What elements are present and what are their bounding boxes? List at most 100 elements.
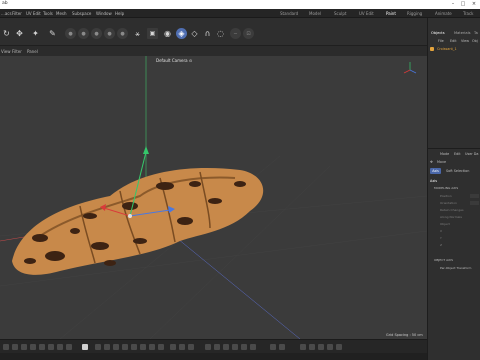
timeline-icon[interactable] xyxy=(158,344,164,350)
maximize-icon[interactable]: □ xyxy=(458,1,468,7)
modeling-axis-header[interactable]: MODELING AXIS xyxy=(434,186,458,190)
attr-menu-edit[interactable]: Edit xyxy=(454,152,461,156)
tool-circle-icon[interactable]: ● xyxy=(117,28,128,39)
tab-soft-selection[interactable]: Soft Selection xyxy=(446,169,469,173)
edges-mode-icon[interactable]: ◇ xyxy=(189,28,200,39)
timeline-icon[interactable] xyxy=(327,344,333,350)
menu-item[interactable]: Window xyxy=(96,11,112,16)
timeline-icon[interactable] xyxy=(223,344,229,350)
timeline-icon[interactable] xyxy=(149,344,155,350)
timeline-icon[interactable] xyxy=(104,344,110,350)
tab-objects[interactable]: Objects xyxy=(431,31,445,35)
timeline-icon[interactable] xyxy=(309,344,315,350)
attr-menu-mode[interactable]: Mode xyxy=(440,152,449,156)
polygon-mode-icon[interactable]: ◈ xyxy=(176,28,187,39)
objects-menu-edit[interactable]: Edit xyxy=(450,39,457,43)
timeline-icon[interactable] xyxy=(279,344,285,350)
orientation-dropdown[interactable] xyxy=(470,201,479,205)
position-dropdown[interactable] xyxy=(470,194,479,198)
timeline-icon[interactable] xyxy=(66,344,72,350)
pen-icon[interactable]: ✎ xyxy=(47,28,58,39)
record-icon[interactable] xyxy=(82,344,88,350)
minimize-icon[interactable]: – xyxy=(448,1,458,7)
tool-circle-icon[interactable]: ● xyxy=(104,28,115,39)
workspace-tab[interactable]: Animate xyxy=(435,11,452,16)
workspace-tab[interactable]: Rigging xyxy=(407,11,422,16)
viewport-menu-panel[interactable]: Panel xyxy=(27,49,38,54)
timeline-icon[interactable] xyxy=(113,344,119,350)
timeline-icon[interactable] xyxy=(270,344,276,350)
viewport-menu-filter[interactable]: Filter xyxy=(12,49,22,54)
timeline-icon[interactable] xyxy=(3,344,9,350)
workspace-tab[interactable]: Model xyxy=(309,11,321,16)
workspace-tab[interactable]: Standard xyxy=(280,11,298,16)
timeline-icon[interactable] xyxy=(300,344,306,350)
polygon-object-icon xyxy=(430,47,434,51)
cursor-icon[interactable]: ✦ xyxy=(30,28,41,39)
menu-item[interactable]: Help xyxy=(115,11,124,16)
timeline-icon[interactable] xyxy=(170,344,176,350)
camera-selector[interactable]: Default Camera ⊙ xyxy=(156,58,192,63)
timeline-icon[interactable] xyxy=(57,344,63,350)
move-icon[interactable]: ✥ xyxy=(14,28,25,39)
gizmo-y-arrow[interactable] xyxy=(143,146,149,154)
tab-axis[interactable]: Axis xyxy=(430,168,441,174)
tab-takes[interactable]: Ta xyxy=(474,31,478,35)
tool-circle-icon[interactable]: ● xyxy=(78,28,89,39)
close-icon[interactable]: × xyxy=(469,1,479,7)
timeline-icon[interactable] xyxy=(21,344,27,350)
objects-menu-view[interactable]: View xyxy=(461,39,469,43)
objects-menu-object[interactable]: Obj xyxy=(472,39,478,43)
timeline-icon[interactable] xyxy=(12,344,18,350)
menu-item[interactable]: ...acs xyxy=(1,11,12,16)
timeline-track[interactable] xyxy=(0,353,427,360)
3d-viewport[interactable] xyxy=(0,56,427,339)
timeline-icon[interactable] xyxy=(188,344,194,350)
grid-icon[interactable]: ⊡ xyxy=(243,28,254,39)
move-tool-icon: ✥ xyxy=(430,160,433,164)
timeline-icon[interactable] xyxy=(140,344,146,350)
workspace-tab[interactable]: Sculpt xyxy=(334,11,347,16)
workspace-tab[interactable]: Track xyxy=(463,11,473,16)
menu-item[interactable]: UV Edit xyxy=(26,11,41,16)
object-axis-value[interactable]: Per-Object Transform xyxy=(440,266,471,270)
timeline-icon[interactable] xyxy=(179,344,185,350)
timeline-icon[interactable] xyxy=(30,344,36,350)
attr-menu-user-data[interactable]: User Da xyxy=(465,152,479,156)
timeline-icon[interactable] xyxy=(336,344,342,350)
tab-materials[interactable]: Materials xyxy=(454,31,470,35)
timeline-icon[interactable] xyxy=(122,344,128,350)
timeline-icon[interactable] xyxy=(131,344,137,350)
viewport-scene[interactable] xyxy=(0,56,427,339)
tool-circle-icon[interactable]: ● xyxy=(91,28,102,39)
magnet-icon[interactable]: ∩ xyxy=(202,28,213,39)
object-mode-icon[interactable]: ▣ xyxy=(147,28,158,39)
field-orientation: Orientation xyxy=(440,201,457,205)
objects-menu-file[interactable]: File xyxy=(438,39,444,43)
workspace-tab-active[interactable]: Paint xyxy=(386,11,396,16)
object-item-croissant[interactable]: Croissant_1 xyxy=(437,47,457,51)
timeline-icon[interactable] xyxy=(39,344,45,350)
timeline-icon[interactable] xyxy=(214,344,220,350)
viewport-menu-view[interactable]: View xyxy=(1,49,11,54)
points-mode-icon[interactable]: ◉ xyxy=(162,28,173,39)
object-axis-header[interactable]: OBJECT AXIS xyxy=(434,258,453,262)
timeline-icon[interactable] xyxy=(95,344,101,350)
timeline-icon[interactable] xyxy=(241,344,247,350)
minus-icon[interactable]: − xyxy=(230,28,241,39)
timeline-icon[interactable] xyxy=(48,344,54,350)
timeline-icon[interactable] xyxy=(232,344,238,350)
tool-circle-icon[interactable]: ● xyxy=(65,28,76,39)
timeline-icon[interactable] xyxy=(205,344,211,350)
menu-item[interactable]: Filter xyxy=(12,11,22,16)
timeline-icon[interactable] xyxy=(318,344,324,350)
workspace-tab[interactable]: UV Edit xyxy=(359,11,374,16)
menu-item[interactable]: Subspace xyxy=(72,11,91,16)
menu-item[interactable]: Tools xyxy=(43,11,53,16)
timeline-icon[interactable] xyxy=(250,344,256,350)
joint-icon[interactable]: ⚹ xyxy=(132,28,143,39)
tweak-icon[interactable]: ◌ xyxy=(215,28,226,39)
rotate-icon[interactable]: ↻ xyxy=(1,28,12,39)
gizmo-center[interactable] xyxy=(128,214,132,218)
menu-item[interactable]: Mesh xyxy=(56,11,67,16)
